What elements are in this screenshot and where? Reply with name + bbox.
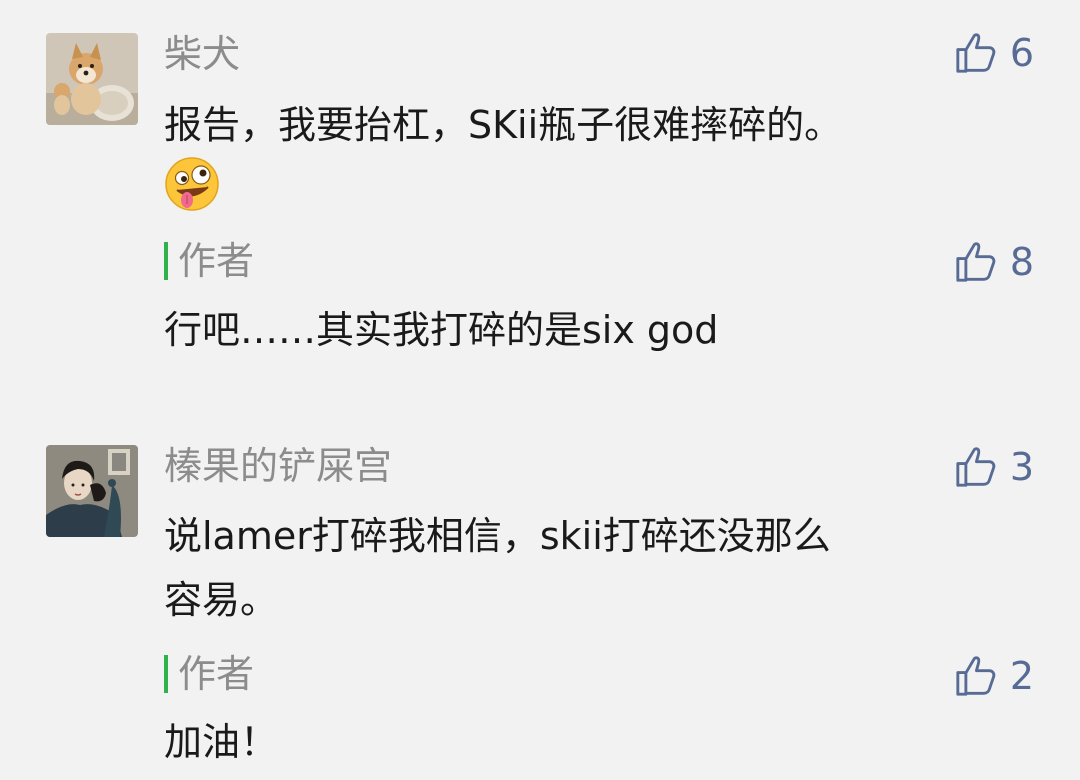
zany-face-emoji xyxy=(164,156,220,212)
reply-text: 加油！ xyxy=(164,720,279,764)
comment-username[interactable]: 榛果的铲屎宫 xyxy=(164,442,392,490)
like-count: 2 xyxy=(1009,654,1034,698)
thumbs-up-icon xyxy=(956,656,996,696)
avatar[interactable] xyxy=(46,445,138,537)
like-count: 6 xyxy=(1009,31,1034,75)
comment-text: 报告，我要抬杠，SKii瓶子很难摔碎的。 xyxy=(164,103,843,147)
thumbs-up-icon xyxy=(956,242,996,282)
like-button[interactable]: 6 xyxy=(954,27,1034,79)
like-button[interactable]: 3 xyxy=(954,441,1034,493)
shiba-avatar-image xyxy=(46,33,138,125)
author-label: 作者 xyxy=(178,239,255,283)
like-count: 3 xyxy=(1009,445,1034,489)
comment-text-line: 说lamer打碎我相信，skii打碎还没那么 xyxy=(164,514,831,558)
author-reply-tag: 作者 xyxy=(164,237,254,285)
comment-username[interactable]: 柴犬 xyxy=(164,30,240,78)
reply-like-button[interactable]: 8 xyxy=(954,236,1034,288)
comment-text-line: 容易。 xyxy=(164,578,279,622)
author-label: 作者 xyxy=(178,652,255,696)
author-indicator-bar xyxy=(164,655,168,693)
author-indicator-bar xyxy=(164,242,168,280)
like-count: 8 xyxy=(1009,240,1034,284)
author-reply-tag: 作者 xyxy=(164,650,254,698)
reply-text: 行吧……其实我打碎的是six god xyxy=(164,308,719,352)
reply-like-button[interactable]: 2 xyxy=(954,650,1034,702)
thumbs-up-icon xyxy=(956,33,996,73)
thumbs-up-icon xyxy=(956,447,996,487)
avatar[interactable] xyxy=(46,33,138,125)
zany-face-icon xyxy=(165,157,219,211)
portrait-avatar-image xyxy=(46,445,138,537)
